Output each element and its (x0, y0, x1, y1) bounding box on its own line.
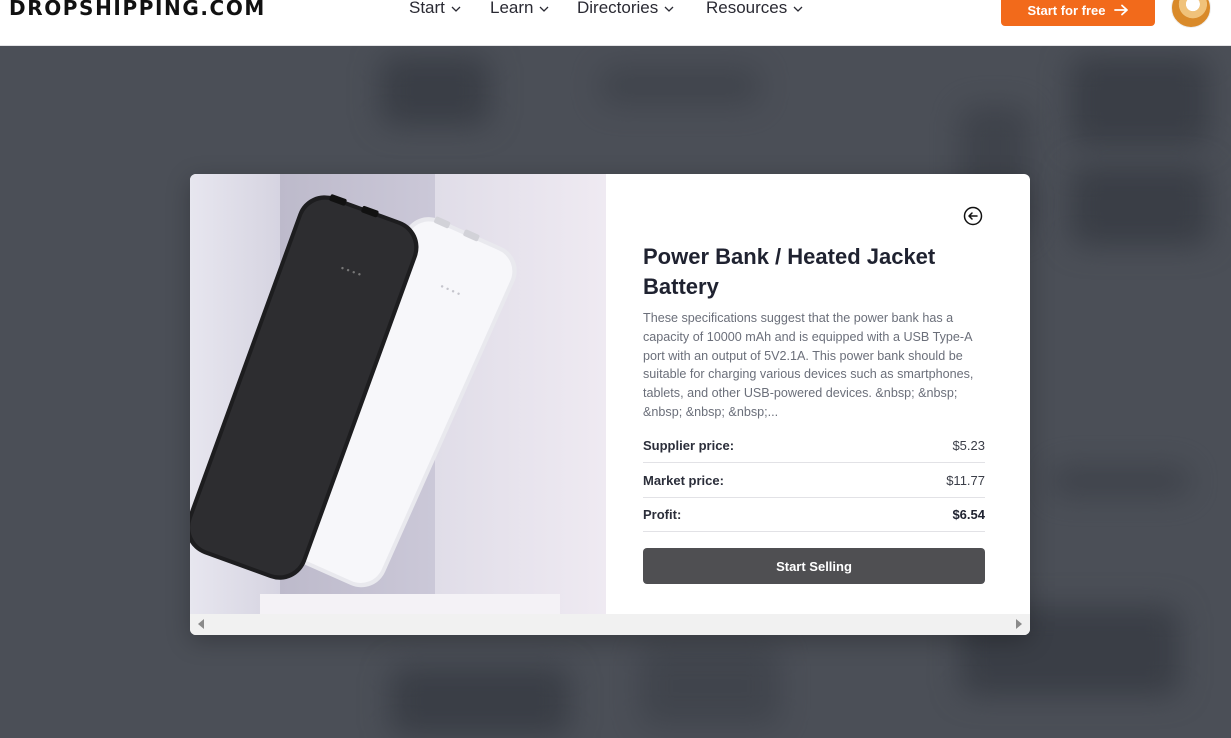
site-logo[interactable]: DROPSHIPPING.COM (9, 0, 266, 20)
start-for-free-label: Start for free (1027, 2, 1106, 18)
nav-start-label: Start (409, 0, 445, 17)
power-bank-photo (190, 174, 606, 614)
supplier-price-value: $5.23 (952, 438, 985, 453)
nav-directories-label: Directories (577, 0, 659, 17)
profit-row: Profit: $6.54 (643, 498, 985, 532)
user-avatar[interactable] (1171, 0, 1211, 28)
market-price-row: Market price: $11.77 (643, 464, 985, 498)
supplier-price-label: Supplier price: (643, 438, 735, 453)
chevron-down-icon (451, 6, 461, 12)
nav-resources-label: Resources (706, 0, 788, 17)
nav-learn[interactable]: Learn (490, 0, 550, 18)
chevron-down-icon (664, 6, 674, 12)
profit-value: $6.54 (952, 507, 985, 522)
nav-start[interactable]: Start (409, 0, 462, 18)
chevron-down-icon (793, 6, 803, 12)
scroll-right-icon[interactable] (1016, 619, 1022, 629)
arrow-right-icon (1113, 4, 1128, 16)
horizontal-scrollbar[interactable] (190, 614, 1030, 635)
supplier-price-row: Supplier price: $5.23 (643, 429, 985, 463)
market-price-label: Market price: (643, 473, 724, 488)
product-modal: Power Bank / Heated Jacket Battery These… (190, 174, 1030, 635)
scroll-left-icon[interactable] (198, 619, 204, 629)
product-details: Power Bank / Heated Jacket Battery These… (606, 174, 1030, 614)
nav-resources[interactable]: Resources (706, 0, 804, 18)
market-price-value: $11.77 (946, 473, 985, 488)
arrow-left-circle-icon[interactable] (963, 206, 983, 226)
product-description: These specifications suggest that the po… (643, 311, 974, 419)
nav-directories[interactable]: Directories (577, 0, 675, 18)
product-title: Power Bank / Heated Jacket Battery (643, 244, 936, 299)
chevron-down-icon (540, 6, 549, 12)
profit-label: Profit: (643, 507, 682, 522)
top-navigation-bar: DROPSHIPPING.COM Start Learn Directories… (0, 0, 1231, 46)
nav-learn-label: Learn (490, 0, 534, 17)
start-selling-button[interactable]: Start Selling (643, 548, 985, 584)
start-for-free-button[interactable]: Start for free (1001, 0, 1155, 26)
